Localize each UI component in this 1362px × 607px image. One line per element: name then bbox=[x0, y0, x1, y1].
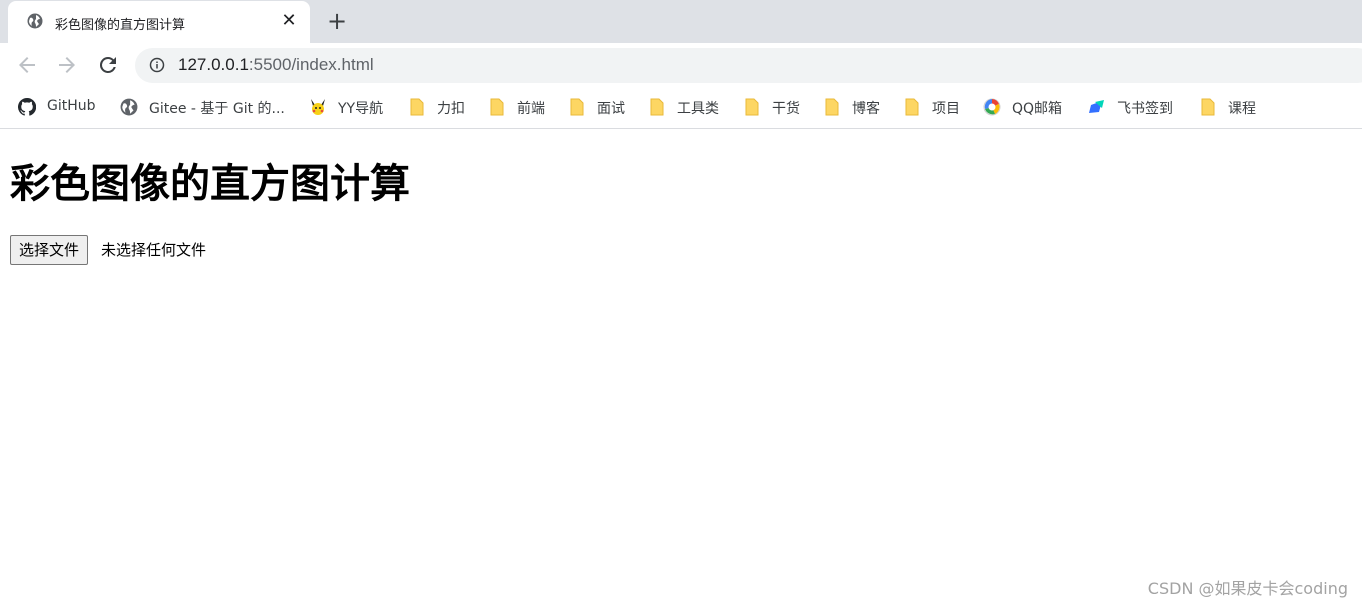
folder-icon bbox=[903, 98, 921, 116]
tab-title: 彩色图像的直方图计算 bbox=[55, 18, 186, 33]
bookmark-label: GitHub bbox=[47, 98, 96, 114]
bookmark-label: QQ邮箱 bbox=[1012, 101, 1063, 117]
reload-icon[interactable] bbox=[96, 53, 120, 77]
folder-icon bbox=[568, 98, 586, 116]
new-tab-button[interactable]: + bbox=[326, 9, 348, 33]
globe-icon bbox=[120, 98, 138, 116]
folder-icon bbox=[408, 98, 426, 116]
bookmark-label: 力扣 bbox=[437, 101, 465, 117]
close-icon[interactable]: ✕ bbox=[279, 12, 299, 32]
bookmark-label: 干货 bbox=[772, 101, 800, 117]
active-tab[interactable]: 彩色图像的直方图计算 ✕ bbox=[8, 1, 310, 43]
bookmark-label: 工具类 bbox=[677, 101, 719, 117]
github-icon bbox=[17, 97, 37, 116]
bookmark-label: 项目 bbox=[932, 101, 960, 117]
bookmark-label: 前端 bbox=[517, 101, 545, 117]
watermark: CSDN @如果皮卡会coding bbox=[1147, 579, 1348, 598]
bookmark-label: Gitee - 基于 Git 的... bbox=[149, 101, 285, 117]
bookmark-label: 博客 bbox=[852, 101, 880, 117]
folder-icon bbox=[1199, 98, 1217, 116]
page-content: 彩色图像的直方图计算 选择文件 未选择任何文件 CSDN @如果皮卡会codin… bbox=[0, 129, 1362, 607]
url-text: 127.0.0.1:5500/index.html bbox=[178, 55, 374, 75]
bookmark-label: YY导航 bbox=[338, 101, 384, 117]
bookmark-label: 飞书签到 bbox=[1117, 101, 1173, 117]
qqmail-icon bbox=[983, 98, 1001, 116]
address-bar[interactable]: 127.0.0.1:5500/index.html bbox=[135, 48, 1362, 83]
file-status-text: 未选择任何文件 bbox=[101, 241, 207, 259]
page-title: 彩色图像的直方图计算 bbox=[10, 161, 410, 207]
choose-file-button[interactable]: 选择文件 bbox=[10, 235, 89, 265]
feishu-icon bbox=[1088, 98, 1106, 116]
bookmarks-bar: GitHub Gitee - 基于 Git 的... YY导航 力扣 前端 面试… bbox=[0, 87, 1362, 129]
url-path: :5500/index.html bbox=[248, 55, 374, 74]
browser-window: 彩色图像的直方图计算 ✕ + 127.0.0.1:5500/index.html… bbox=[0, 0, 1362, 607]
folder-icon bbox=[743, 98, 761, 116]
pikachu-icon bbox=[309, 98, 327, 116]
folder-icon bbox=[648, 98, 666, 116]
toolbar: 127.0.0.1:5500/index.html bbox=[0, 43, 1362, 87]
back-arrow-icon[interactable] bbox=[15, 53, 39, 77]
tab-strip: 彩色图像的直方图计算 ✕ + bbox=[0, 0, 1362, 43]
info-icon[interactable] bbox=[149, 57, 165, 73]
forward-arrow-icon[interactable] bbox=[55, 53, 79, 77]
folder-icon bbox=[488, 98, 506, 116]
bookmark-label: 课程 bbox=[1228, 101, 1256, 117]
folder-icon bbox=[823, 98, 841, 116]
url-host: 127.0.0.1 bbox=[178, 55, 249, 74]
globe-icon bbox=[27, 13, 43, 29]
bookmark-label: 面试 bbox=[597, 101, 625, 117]
